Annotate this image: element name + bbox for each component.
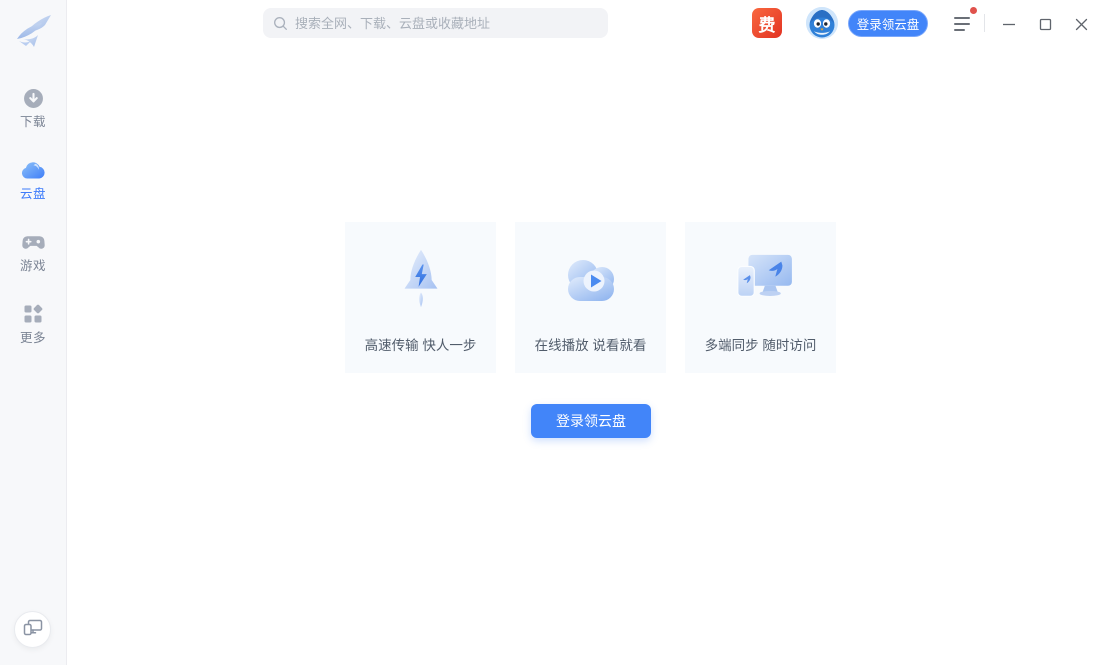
sidebar-item-download[interactable]: 下载	[0, 86, 66, 130]
minimize-icon	[1002, 17, 1016, 31]
card-label: 多端同步 随时访问	[705, 334, 817, 354]
card-label: 在线播放 说看就看	[535, 334, 647, 354]
search-bar[interactable]	[263, 8, 608, 38]
sidebar-nav: 下载 云盘	[0, 86, 66, 374]
devices-icon	[725, 222, 797, 334]
sidebar-item-label: 更多	[20, 327, 46, 346]
xunlei-logo-icon	[9, 8, 57, 56]
download-icon	[21, 86, 45, 110]
main-menu-button[interactable]	[951, 12, 975, 36]
rocket-icon	[390, 222, 452, 334]
maximize-button[interactable]	[1032, 11, 1058, 37]
sidebar-item-games[interactable]: 游戏	[0, 230, 66, 274]
card-online-play: 在线播放 说看就看	[515, 222, 666, 373]
bird-avatar-icon	[806, 7, 838, 39]
maximize-icon	[1039, 18, 1052, 31]
feature-cards: 高速传输 快人一步	[345, 222, 836, 373]
topbar-login-button[interactable]: 登录领云盘	[848, 10, 928, 37]
main-area: 费 登录领云盘	[67, 0, 1109, 665]
login-get-cloud-button[interactable]: 登录领云盘	[531, 404, 651, 438]
sidebar: 下载 云盘	[0, 0, 67, 665]
notification-dot	[970, 7, 977, 14]
sidebar-item-cloud[interactable]: 云盘	[0, 158, 66, 202]
phone-connect-button[interactable]	[14, 611, 51, 648]
sidebar-item-label: 下载	[20, 111, 46, 130]
cloud-icon	[21, 158, 45, 182]
card-multi-device: 多端同步 随时访问	[685, 222, 836, 373]
card-label: 高速传输 快人一步	[365, 334, 477, 354]
divider	[984, 14, 985, 32]
more-grid-icon	[21, 302, 45, 326]
fee-promo-icon[interactable]: 费	[752, 8, 782, 38]
close-button[interactable]	[1068, 11, 1094, 37]
search-input[interactable]	[295, 16, 598, 31]
sidebar-item-label: 云盘	[20, 183, 46, 202]
phone-monitor-icon	[23, 618, 43, 641]
avatar[interactable]	[806, 7, 838, 39]
sidebar-item-more[interactable]: 更多	[0, 302, 66, 346]
card-fast-transfer: 高速传输 快人一步	[345, 222, 496, 373]
close-icon	[1075, 18, 1088, 31]
gamepad-icon	[21, 230, 45, 254]
sidebar-item-label: 游戏	[20, 255, 46, 274]
app-window: 下载 云盘	[0, 0, 1109, 665]
minimize-button[interactable]	[996, 11, 1022, 37]
cloud-play-icon	[558, 222, 624, 334]
search-icon	[273, 16, 288, 31]
